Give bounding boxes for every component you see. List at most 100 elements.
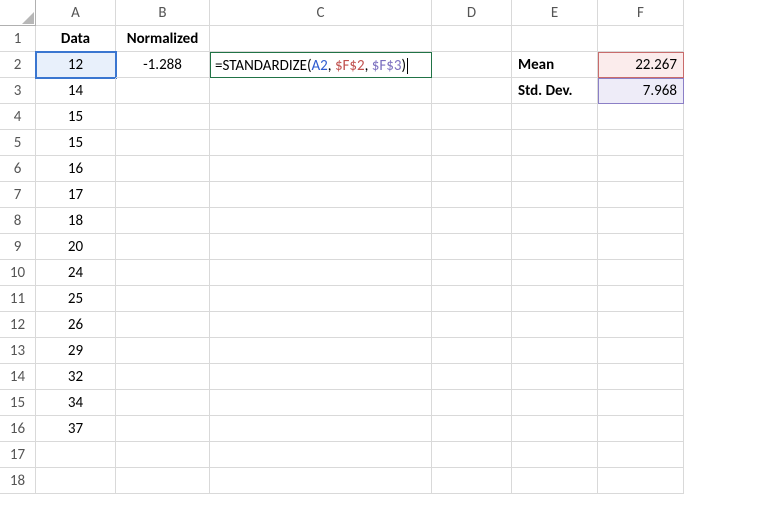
cell-E8[interactable]	[512, 208, 598, 234]
cell-D8[interactable]	[432, 208, 512, 234]
cell-C11[interactable]	[210, 286, 432, 312]
select-all-corner[interactable]	[0, 0, 36, 26]
row-header-10[interactable]: 10	[0, 260, 36, 286]
cell-A3[interactable]: 14	[36, 78, 116, 104]
cell-F11[interactable]	[598, 286, 684, 312]
row-header-13[interactable]: 13	[0, 338, 36, 364]
cell-F14[interactable]	[598, 364, 684, 390]
cell-C14[interactable]	[210, 364, 432, 390]
cell-B3[interactable]	[116, 78, 210, 104]
cell-E7[interactable]	[512, 182, 598, 208]
cell-B8[interactable]	[116, 208, 210, 234]
cell-E11[interactable]	[512, 286, 598, 312]
cell-F15[interactable]	[598, 390, 684, 416]
cell-E9[interactable]	[512, 234, 598, 260]
cell-C3[interactable]	[210, 78, 432, 104]
cell-D4[interactable]	[432, 104, 512, 130]
cell-F13[interactable]	[598, 338, 684, 364]
cell-B1[interactable]: Normalized	[116, 26, 210, 52]
cell-B10[interactable]	[116, 260, 210, 286]
cell-D17[interactable]	[432, 442, 512, 468]
cell-E18[interactable]	[512, 468, 598, 494]
cell-B12[interactable]	[116, 312, 210, 338]
cell-F9[interactable]	[598, 234, 684, 260]
row-header-11[interactable]: 11	[0, 286, 36, 312]
cell-C5[interactable]	[210, 130, 432, 156]
cell-B18[interactable]	[116, 468, 210, 494]
cell-E14[interactable]	[512, 364, 598, 390]
cell-C15[interactable]	[210, 390, 432, 416]
col-header-C[interactable]: C	[210, 0, 432, 26]
row-header-3[interactable]: 3	[0, 78, 36, 104]
cell-C10[interactable]	[210, 260, 432, 286]
cell-C7[interactable]	[210, 182, 432, 208]
spreadsheet-grid[interactable]: A B C D E F	[0, 0, 768, 26]
cell-C1[interactable]	[210, 26, 432, 52]
cell-A18[interactable]	[36, 468, 116, 494]
cell-B2[interactable]: -1.288	[116, 52, 210, 78]
cell-E15[interactable]	[512, 390, 598, 416]
cell-E5[interactable]	[512, 130, 598, 156]
cell-D11[interactable]	[432, 286, 512, 312]
cell-A8[interactable]: 18	[36, 208, 116, 234]
cell-A14[interactable]: 32	[36, 364, 116, 390]
cell-F6[interactable]	[598, 156, 684, 182]
row-header-4[interactable]: 4	[0, 104, 36, 130]
cell-A4[interactable]: 15	[36, 104, 116, 130]
cell-A7[interactable]: 17	[36, 182, 116, 208]
cell-A15[interactable]: 34	[36, 390, 116, 416]
cell-F17[interactable]	[598, 442, 684, 468]
cell-F7[interactable]	[598, 182, 684, 208]
cell-A9[interactable]: 20	[36, 234, 116, 260]
cell-A5[interactable]: 15	[36, 130, 116, 156]
cell-C8[interactable]	[210, 208, 432, 234]
cell-E6[interactable]	[512, 156, 598, 182]
cell-E3[interactable]: Std. Dev.	[512, 78, 598, 104]
cell-B5[interactable]	[116, 130, 210, 156]
col-header-A[interactable]: A	[36, 0, 116, 26]
row-header-2[interactable]: 2	[0, 52, 36, 78]
cell-D9[interactable]	[432, 234, 512, 260]
cell-D7[interactable]	[432, 182, 512, 208]
cell-C16[interactable]	[210, 416, 432, 442]
cell-B17[interactable]	[116, 442, 210, 468]
row-header-17[interactable]: 17	[0, 442, 36, 468]
cell-F5[interactable]	[598, 130, 684, 156]
cell-F3[interactable]: 7.968	[598, 78, 684, 104]
cell-E16[interactable]	[512, 416, 598, 442]
cell-A1[interactable]: Data	[36, 26, 116, 52]
cell-C17[interactable]	[210, 442, 432, 468]
cell-B7[interactable]	[116, 182, 210, 208]
row-header-9[interactable]: 9	[0, 234, 36, 260]
cell-F12[interactable]	[598, 312, 684, 338]
cell-F18[interactable]	[598, 468, 684, 494]
cell-C4[interactable]	[210, 104, 432, 130]
cell-D2[interactable]	[432, 52, 512, 78]
cell-E4[interactable]	[512, 104, 598, 130]
col-header-E[interactable]: E	[512, 0, 598, 26]
cell-A11[interactable]: 25	[36, 286, 116, 312]
cell-D14[interactable]	[432, 364, 512, 390]
cell-F4[interactable]	[598, 104, 684, 130]
cell-D16[interactable]	[432, 416, 512, 442]
cell-C2-editing[interactable]: =STANDARDIZE(A2, $F$2, $F$3)	[210, 52, 432, 78]
cell-D3[interactable]	[432, 78, 512, 104]
col-header-D[interactable]: D	[432, 0, 512, 26]
row-header-12[interactable]: 12	[0, 312, 36, 338]
cell-E17[interactable]	[512, 442, 598, 468]
col-header-B[interactable]: B	[116, 0, 210, 26]
cell-C6[interactable]	[210, 156, 432, 182]
cell-B13[interactable]	[116, 338, 210, 364]
cell-F2[interactable]: 22.267	[598, 52, 684, 78]
cell-A6[interactable]: 16	[36, 156, 116, 182]
cell-F16[interactable]	[598, 416, 684, 442]
row-header-1[interactable]: 1	[0, 26, 36, 52]
cell-A13[interactable]: 29	[36, 338, 116, 364]
cell-A17[interactable]	[36, 442, 116, 468]
cell-D5[interactable]	[432, 130, 512, 156]
cell-A16[interactable]: 37	[36, 416, 116, 442]
row-header-16[interactable]: 16	[0, 416, 36, 442]
row-header-18[interactable]: 18	[0, 468, 36, 494]
cell-B4[interactable]	[116, 104, 210, 130]
cell-D18[interactable]	[432, 468, 512, 494]
